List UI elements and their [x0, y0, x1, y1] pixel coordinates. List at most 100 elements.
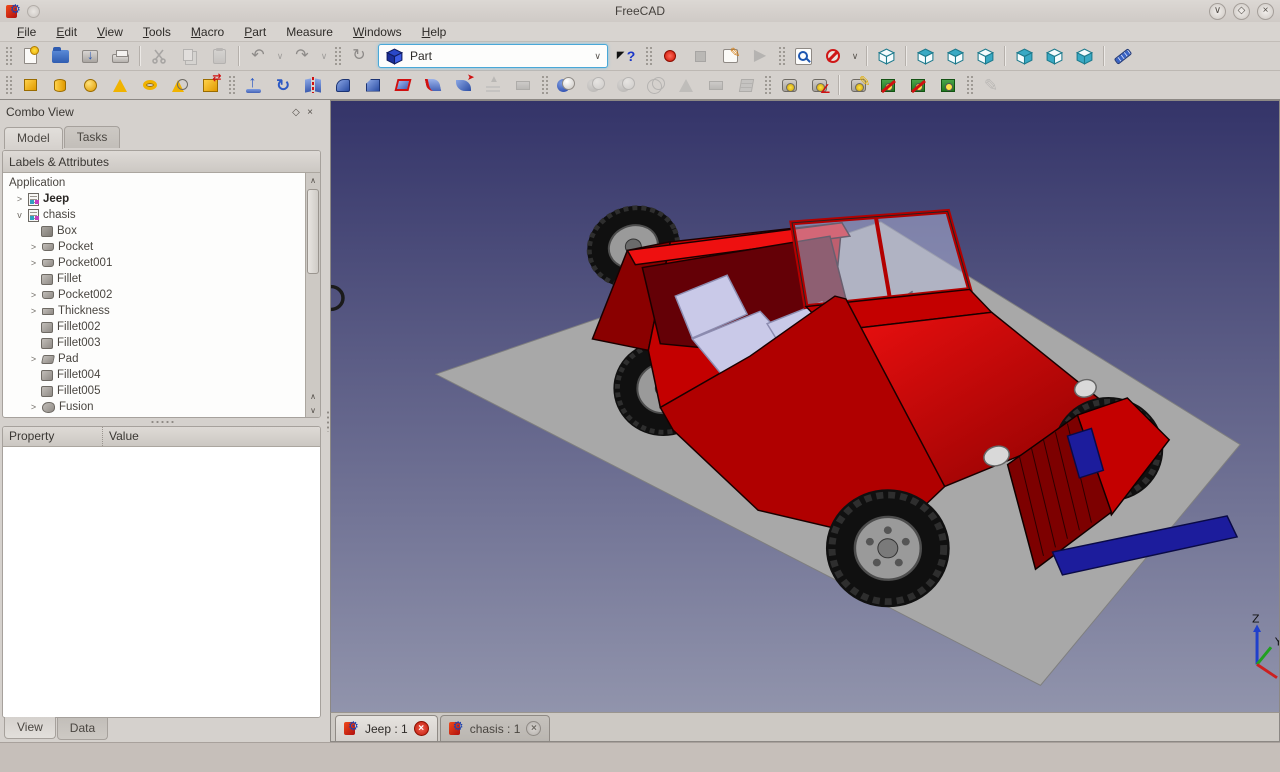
part-box-button[interactable] [15, 72, 45, 98]
measure-clearall-button[interactable] [873, 72, 903, 98]
draw-style-dropdown[interactable]: ∨ [848, 43, 862, 69]
scroll-down-icon[interactable]: ∨ [306, 403, 320, 417]
part-primitives-button[interactable] [165, 72, 195, 98]
paste-button[interactable] [204, 43, 234, 69]
tree-item-pocket[interactable]: > Pocket [5, 239, 305, 255]
part-loft-button[interactable] [478, 72, 508, 98]
tree-item-fusion[interactable]: > Fusion [5, 399, 305, 415]
redo-button[interactable]: ↷ [287, 43, 317, 69]
menu-measure[interactable]: Measure [277, 24, 342, 40]
print-button[interactable] [105, 43, 135, 69]
close-document-icon[interactable]: × [414, 721, 429, 736]
maximize-button[interactable]: ◇ [1233, 3, 1250, 20]
measure-refresh-button[interactable] [843, 72, 873, 98]
measure-toggle3d-button[interactable] [933, 72, 963, 98]
macro-record-button[interactable] [655, 43, 685, 69]
part-cylinder-button[interactable] [45, 72, 75, 98]
macro-stop-button[interactable] [685, 43, 715, 69]
view-left-button[interactable] [1069, 43, 1099, 69]
part-mirror-button[interactable] [298, 72, 328, 98]
view-right-button[interactable] [970, 43, 1000, 69]
part-intersection-button[interactable] [641, 72, 671, 98]
copy-button[interactable] [174, 43, 204, 69]
expander-closed-icon[interactable]: > [29, 306, 38, 316]
tree-item-fillet[interactable]: Fillet [5, 271, 305, 287]
tree-item-pocket002[interactable]: > Pocket002 [5, 287, 305, 303]
measure-linear-button[interactable] [774, 72, 804, 98]
part-extrude-button[interactable] [238, 72, 268, 98]
tab-model[interactable]: Model [4, 127, 63, 149]
part-sphere-button[interactable] [75, 72, 105, 98]
expander-closed-icon[interactable]: > [15, 194, 24, 204]
wheel-front-left[interactable] [826, 489, 950, 607]
toolbar-drag-handle[interactable] [764, 75, 771, 95]
toolbar-drag-handle[interactable] [228, 75, 235, 95]
part-torus-button[interactable] [135, 72, 165, 98]
tree-item-pocket001[interactable]: > Pocket001 [5, 255, 305, 271]
part-boolean-button[interactable] [551, 72, 581, 98]
part-revolve-button[interactable]: ↻ [268, 72, 298, 98]
macro-edit-button[interactable] [715, 43, 745, 69]
close-document-icon[interactable]: × [526, 721, 541, 736]
measure-distance-button[interactable] [1108, 43, 1138, 69]
expander-closed-icon[interactable]: > [29, 242, 38, 252]
view-axonometric-button[interactable] [871, 43, 901, 69]
tree-item-fillet005[interactable]: Fillet005 [5, 383, 305, 399]
scroll-up-icon[interactable]: ∧ [306, 173, 320, 187]
panel-splitter[interactable] [2, 418, 321, 426]
measure-toggleall-button[interactable] [903, 72, 933, 98]
menu-edit[interactable]: Edit [47, 24, 86, 40]
undo-button[interactable]: ↶ [243, 43, 273, 69]
tree-item-jeep[interactable]: > Jeep [5, 191, 305, 207]
whats-this-button[interactable]: ? [612, 43, 642, 69]
menu-view[interactable]: View [88, 24, 132, 40]
refresh-button[interactable]: ↻ [344, 43, 374, 69]
tree-item-box[interactable]: Box [5, 223, 305, 239]
tree-item-fillet003[interactable]: Fillet003 [5, 335, 305, 351]
part-crosssections-button[interactable] [701, 72, 731, 98]
menu-file[interactable]: File [8, 24, 45, 40]
menu-windows[interactable]: Windows [344, 24, 411, 40]
tree-item-fillet002[interactable]: Fillet002 [5, 319, 305, 335]
tree-item-pad[interactable]: > Pad [5, 351, 305, 367]
macro-execute-button[interactable]: ▶ [745, 43, 775, 69]
new-document-button[interactable] [15, 43, 45, 69]
tab-tasks[interactable]: Tasks [64, 126, 121, 148]
part-sweep-button[interactable] [448, 72, 478, 98]
part-makeface-button[interactable] [388, 72, 418, 98]
part-offset-button[interactable] [508, 72, 538, 98]
part-compound-button[interactable] [731, 72, 761, 98]
property-column-header[interactable]: Property [3, 427, 103, 446]
open-document-button[interactable] [45, 43, 75, 69]
value-column-header[interactable]: Value [103, 427, 145, 446]
cut-button[interactable] [144, 43, 174, 69]
toolbar-drag-handle[interactable] [966, 75, 973, 95]
part-section-button[interactable] [671, 72, 701, 98]
toolbar-drag-handle[interactable] [778, 46, 785, 66]
close-panel-button[interactable]: × [303, 105, 317, 119]
redo-dropdown[interactable]: ∨ [317, 43, 331, 69]
save-button[interactable] [75, 43, 105, 69]
draw-style-button[interactable] [818, 43, 848, 69]
3d-viewport[interactable]: Z Y X [330, 100, 1280, 712]
expander-closed-icon[interactable]: > [29, 354, 38, 364]
view-bottom-button[interactable] [1039, 43, 1069, 69]
sketch-button[interactable]: ✎ [976, 72, 1006, 98]
tab-view[interactable]: View [4, 717, 56, 739]
tab-data[interactable]: Data [57, 718, 108, 740]
expander-open-icon[interactable]: v [15, 210, 24, 220]
menu-tools[interactable]: Tools [134, 24, 180, 40]
part-cone-button[interactable] [105, 72, 135, 98]
toolbar-drag-handle[interactable] [645, 46, 652, 66]
tree-item-application[interactable]: Application [5, 175, 305, 191]
workbench-selector[interactable]: Part ∨ [378, 44, 608, 68]
view-front-button[interactable] [910, 43, 940, 69]
minimize-button[interactable]: ∨ [1209, 3, 1226, 20]
part-union-button[interactable] [611, 72, 641, 98]
menu-help[interactable]: Help [413, 24, 456, 40]
document-tab-chasis[interactable]: chasis : 1 × [440, 715, 551, 741]
expander-closed-icon[interactable]: > [29, 402, 38, 412]
view-rear-button[interactable] [1009, 43, 1039, 69]
document-tab-jeep[interactable]: Jeep : 1 × [335, 715, 438, 741]
measure-angular-button[interactable] [804, 72, 834, 98]
